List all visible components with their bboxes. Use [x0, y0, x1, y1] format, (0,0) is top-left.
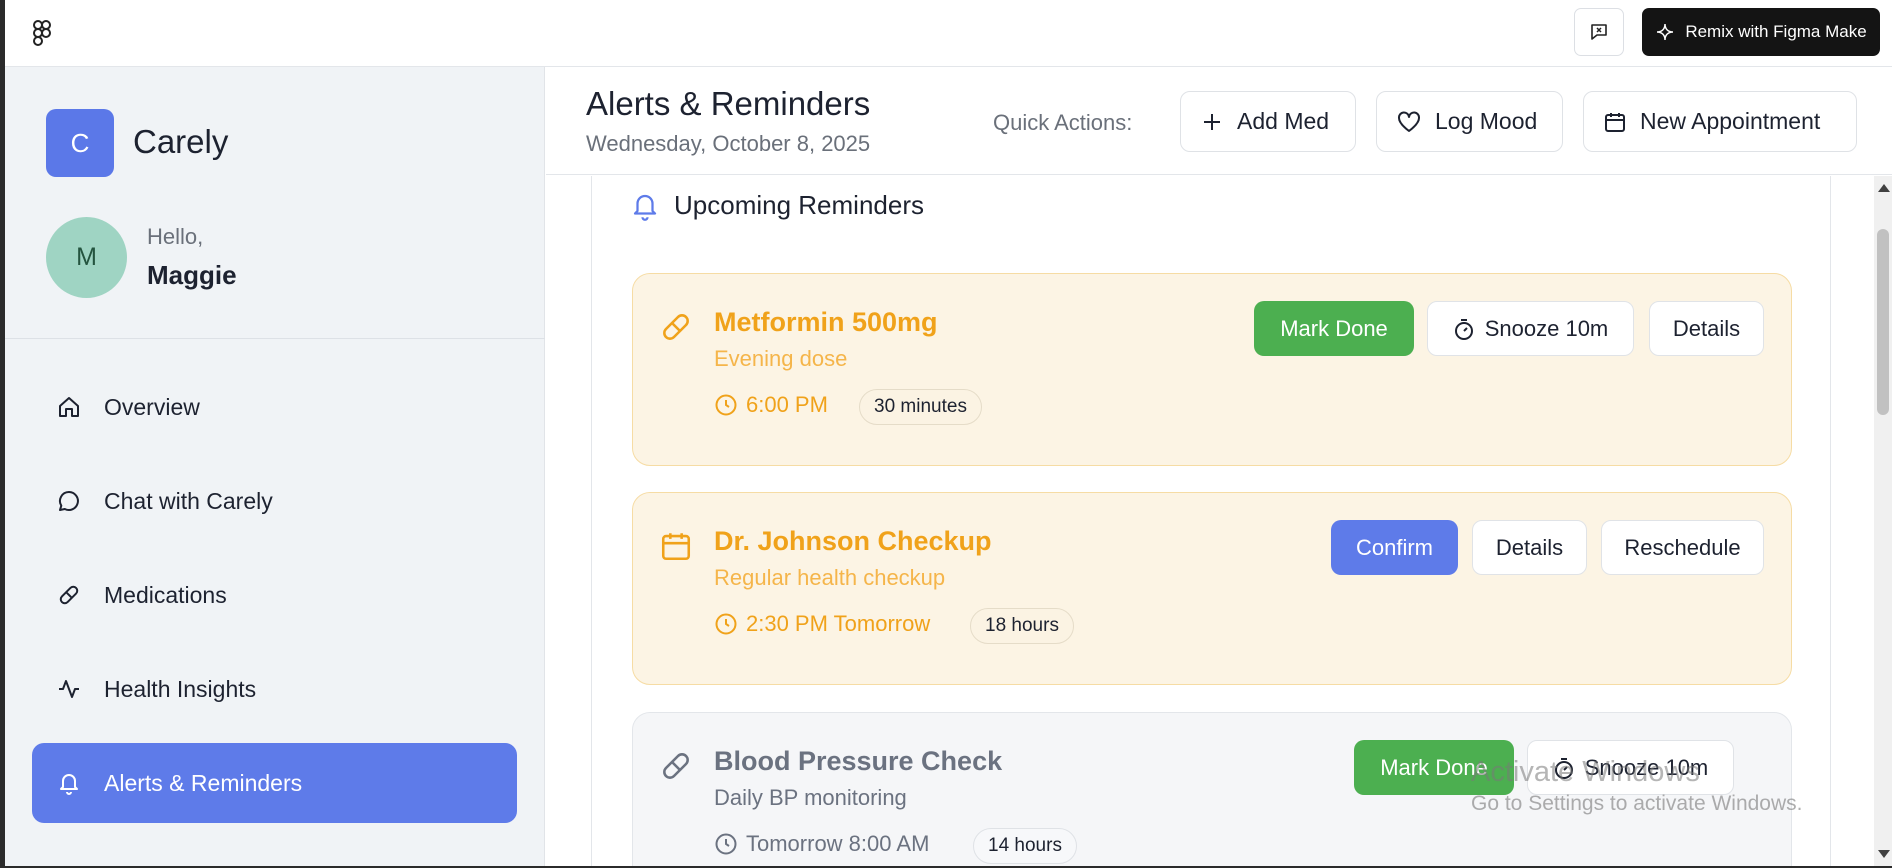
reminder-title: Metformin 500mg — [714, 307, 938, 337]
snooze-button[interactable]: Snooze 10m — [1427, 301, 1634, 356]
calendar-icon — [661, 533, 691, 561]
scrollbar[interactable] — [1874, 176, 1892, 866]
sidebar-item-label: Health Insights — [104, 675, 257, 702]
sidebar-item-health-insights[interactable]: Health Insights — [32, 649, 517, 729]
reminder-time: 2:30 PM Tomorrow — [714, 611, 930, 637]
log-mood-button[interactable]: Log Mood — [1376, 91, 1563, 152]
brand-name: Carely — [133, 123, 229, 160]
new-appointment-label: New Appointment — [1640, 108, 1821, 134]
page-date: Wednesday, October 8, 2025 — [586, 131, 871, 156]
greeting: Hello, — [147, 224, 204, 249]
reminder-time-text: 2:30 PM Tomorrow — [746, 611, 931, 636]
reminder-card: Metformin 500mg Evening dose 6:00 PM 30 … — [632, 273, 1792, 466]
status-badge: 14 hours — [973, 828, 1077, 864]
sidebar-item-medications[interactable]: Medications — [32, 555, 517, 635]
feedback-icon — [1591, 24, 1607, 40]
reminder-card: Blood Pressure Check Daily BP monitoring… — [632, 712, 1792, 866]
reminder-subtitle: Regular health checkup — [714, 565, 946, 590]
reschedule-button[interactable]: Reschedule — [1601, 520, 1764, 575]
scroll-down-icon[interactable] — [1878, 850, 1890, 858]
reminder-title: Blood Pressure Check — [714, 746, 1003, 776]
reminder-title: Dr. Johnson Checkup — [714, 526, 992, 556]
quick-actions-label: Quick Actions: — [993, 110, 1133, 135]
sidebar-item-overview[interactable]: Overview — [32, 367, 517, 447]
clock-icon — [715, 613, 737, 635]
bell-icon — [633, 194, 657, 221]
section-header: Upcoming Reminders — [630, 190, 924, 221]
remix-button[interactable]: Remix with Figma Make — [1642, 8, 1880, 56]
add-med-label: Add Med — [1237, 108, 1330, 134]
home-icon — [56, 394, 82, 420]
pill-icon — [56, 582, 82, 608]
pill-icon — [663, 314, 689, 340]
plus-icon — [1204, 113, 1220, 130]
sidebar-item-label: Alerts & Reminders — [104, 769, 303, 796]
activation-watermark-title: Activate Windows — [1471, 756, 1700, 788]
sidebar: C Carely M Hello, Maggie Overview Chat w… — [5, 67, 545, 866]
reminder-subtitle: Evening dose — [714, 346, 848, 371]
details-button[interactable]: Details — [1649, 301, 1764, 356]
sparkle-icon — [1657, 23, 1674, 41]
avatar[interactable]: M — [46, 217, 127, 298]
reminder-time-text: Tomorrow 8:00 AM — [746, 831, 930, 856]
brand-logo: C — [46, 109, 114, 177]
reminder-time-text: 6:00 PM — [746, 392, 828, 417]
activity-icon — [56, 676, 82, 702]
clock-icon — [715, 394, 737, 416]
sidebar-item-chat[interactable]: Chat with Carely — [32, 461, 517, 541]
bell-icon — [56, 770, 82, 796]
status-badge: 30 minutes — [859, 389, 982, 425]
activation-watermark-text: Go to Settings to activate Windows. — [1471, 792, 1803, 815]
feedback-button[interactable] — [1574, 8, 1624, 56]
calendar-icon — [1605, 112, 1625, 132]
top-bar: Remix with Figma Make — [5, 0, 1892, 67]
sidebar-item-label: Chat with Carely — [104, 487, 273, 514]
reminder-subtitle: Daily BP monitoring — [714, 785, 907, 810]
sidebar-item-label: Medications — [104, 581, 227, 608]
details-button[interactable]: Details — [1472, 520, 1587, 575]
scrollbar-thumb[interactable] — [1877, 229, 1889, 415]
scroll-up-icon[interactable] — [1878, 184, 1890, 192]
sidebar-item-label: Overview — [104, 393, 200, 420]
add-med-button[interactable]: Add Med — [1180, 91, 1356, 152]
section-title: Upcoming Reminders — [674, 190, 924, 220]
sidebar-item-alerts[interactable]: Alerts & Reminders — [32, 743, 517, 823]
clock-icon — [715, 833, 737, 855]
new-appointment-button[interactable]: New Appointment — [1583, 91, 1857, 152]
page-title: Alerts & Reminders — [586, 85, 871, 122]
reminder-time: Tomorrow 8:00 AM — [714, 831, 929, 857]
user-name: Maggie — [147, 260, 237, 290]
timer-icon — [1454, 318, 1473, 340]
chat-bubble-icon — [56, 488, 82, 514]
reminder-card: Dr. Johnson Checkup Regular health check… — [632, 492, 1792, 685]
figma-logo-icon[interactable] — [31, 19, 53, 49]
app-window: Remix with Figma Make C Carely M Hello, … — [5, 0, 1892, 866]
reminder-time: 6:00 PM — [714, 392, 828, 418]
main-header: Alerts & Reminders Wednesday, October 8,… — [546, 67, 1892, 175]
pill-icon — [663, 753, 689, 779]
snooze-label: Snooze 10m — [1484, 315, 1609, 341]
remix-label: Remix with Figma Make — [1685, 22, 1867, 41]
mark-done-button[interactable]: Mark Done — [1254, 301, 1414, 356]
sidebar-divider — [5, 338, 545, 339]
heart-icon — [1398, 110, 1420, 132]
log-mood-label: Log Mood — [1435, 108, 1538, 134]
confirm-button[interactable]: Confirm — [1331, 520, 1458, 575]
status-badge: 18 hours — [970, 608, 1074, 644]
